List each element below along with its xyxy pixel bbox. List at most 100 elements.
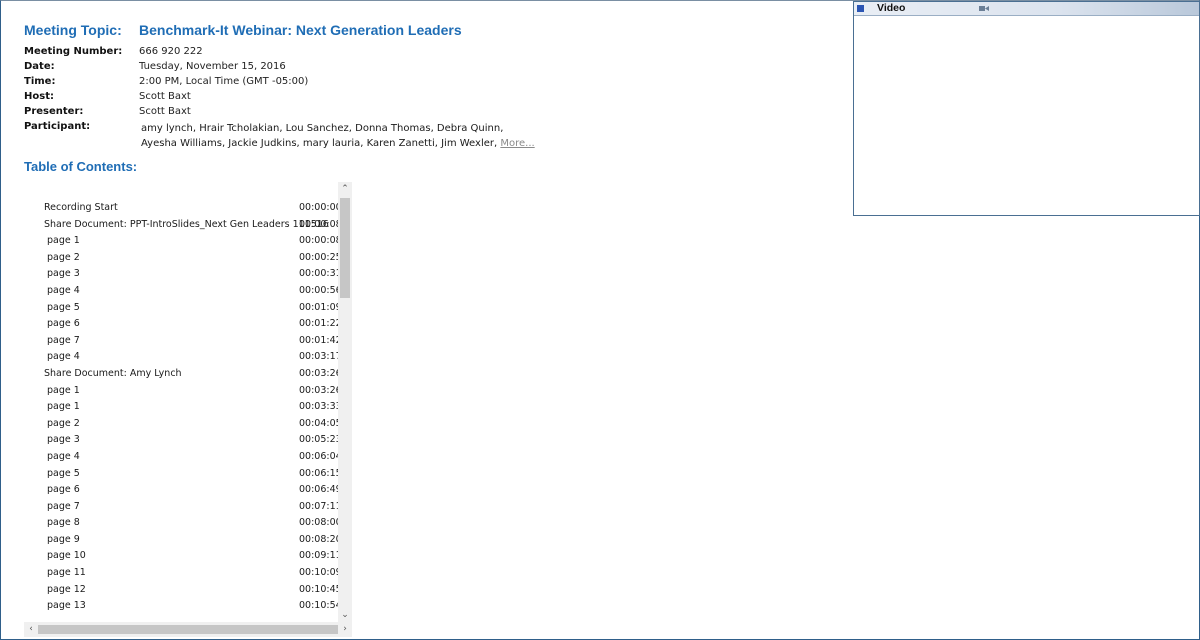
toc-item[interactable]: Recording Start 00:00:00: [24, 199, 342, 216]
toc-item-name: Share Document: PPT-IntroSlides_Next Gen…: [44, 218, 329, 230]
participant-label: Participant:: [24, 121, 91, 132]
toc-item[interactable]: page 4 00:00:56: [24, 282, 342, 299]
toc-item-name: page 1: [47, 235, 80, 247]
participants-line: amy lynch, Hrair Tcholakian, Lou Sanchez…: [141, 123, 504, 134]
toc-item-time: 00:03:26: [299, 367, 342, 379]
toc-item-name: page 8: [47, 517, 80, 529]
toc-item-time: 00:05:23: [299, 434, 342, 446]
toc-item[interactable]: page 2 00:04:05: [24, 415, 342, 432]
toc-item-time: 00:01:09: [299, 301, 342, 313]
field-value: 666 920 222: [139, 46, 203, 57]
toc-item[interactable]: page 7 00:01:42: [24, 332, 342, 349]
toc-item[interactable]: page 8 00:08:00: [24, 514, 342, 531]
field-label: Meeting Number:: [24, 46, 123, 57]
chevron-up-icon[interactable]: ⌃: [338, 182, 352, 196]
toc-item[interactable]: Share Document: PPT-IntroSlides_Next Gen…: [24, 216, 342, 233]
toc-item-time: 00:00:08: [299, 235, 342, 247]
toc-item-name: page 1: [47, 401, 80, 413]
toc-item-time: 00:01:42: [299, 334, 342, 346]
toc-item[interactable]: page 5 00:01:09: [24, 299, 342, 316]
video-camera-icon[interactable]: [979, 5, 989, 12]
toc-item-time: 00:00:08: [299, 218, 342, 230]
toc-item-time: 00:06:04: [299, 450, 342, 462]
more-participants-link[interactable]: More...: [500, 138, 534, 149]
scroll-thumb[interactable]: [340, 198, 350, 298]
toc-item-name: page 1: [47, 384, 80, 396]
participants-line-text: Ayesha Williams, Jackie Judkins, mary la…: [141, 138, 498, 149]
toc-item[interactable]: page 10 00:09:11: [24, 547, 342, 564]
toc-item[interactable]: page 4 00:06:04: [24, 448, 342, 465]
toc-item[interactable]: page 12 00:10:45: [24, 581, 342, 598]
field-label: Date:: [24, 61, 55, 72]
square-icon[interactable]: [857, 5, 864, 12]
toc-item[interactable]: page 4 00:03:17: [24, 348, 342, 365]
toc-item[interactable]: page 5 00:06:15: [24, 465, 342, 482]
toc-item[interactable]: page 1 00:03:33: [24, 398, 342, 415]
toc-item-name: page 3: [47, 268, 80, 280]
toc-item-time: 00:03:17: [299, 351, 342, 363]
toc-item-name: page 13: [47, 600, 86, 612]
toc-item-name: page 7: [47, 500, 80, 512]
toc-item[interactable]: page 6 00:06:49: [24, 481, 342, 498]
meeting-topic-value: Benchmark-It Webinar: Next Generation Le…: [139, 22, 462, 38]
toc-item-time: 00:03:33: [299, 401, 342, 413]
toc-item-name: page 6: [47, 318, 80, 330]
toc-item-name: page 12: [47, 583, 86, 595]
toc-item-time: 00:06:15: [299, 467, 342, 479]
vertical-scrollbar[interactable]: ⌃ ⌄: [338, 182, 352, 622]
chevron-down-icon[interactable]: ⌄: [338, 608, 352, 622]
toc-item-name: page 4: [47, 450, 80, 462]
field-value: Scott Baxt: [139, 106, 191, 117]
toc-item-name: Share Document: Amy Lynch: [44, 367, 182, 379]
video-panel: Video: [853, 1, 1200, 216]
toc-item[interactable]: page 9 00:08:20: [24, 531, 342, 548]
toc-item[interactable]: page 1 00:00:08: [24, 232, 342, 249]
toc-item-time: 00:09:11: [299, 550, 342, 562]
toc-panel: Recording Start 00:00:00 Share Document: P…: [24, 182, 352, 637]
toc-item-name: page 2: [47, 251, 80, 263]
toc-item[interactable]: page 2 00:00:25: [24, 249, 342, 266]
participants-line: Ayesha Williams, Jackie Judkins, mary la…: [141, 136, 535, 151]
toc-item-name: page 9: [47, 533, 80, 545]
participant-list: amy lynch, Hrair Tcholakian, Lou Sanchez…: [141, 121, 535, 151]
toc-item-name: page 5: [47, 467, 80, 479]
toc-item[interactable]: page 11 00:10:09: [24, 564, 342, 581]
toc-item-name: page 11: [47, 567, 86, 579]
toc-item-time: 00:03:26: [299, 384, 342, 396]
toc-item-name: page 6: [47, 484, 80, 496]
toc-item-name: page 4: [47, 284, 80, 296]
toc-item[interactable]: page 3 00:00:31: [24, 265, 342, 282]
toc-item-name: page 5: [47, 301, 80, 313]
toc-item-name: page 4: [47, 351, 80, 363]
toc-item-name: page 2: [47, 417, 80, 429]
toc-item-time: 00:00:00: [299, 202, 342, 213]
toc-item[interactable]: page 13 00:10:54: [24, 597, 342, 614]
toc-list: Recording Start 00:00:00 Share Document: P…: [24, 199, 342, 614]
toc-item-name: page 3: [47, 434, 80, 446]
field-value: 2:00 PM, Local Time (GMT -05:00): [139, 76, 309, 87]
chevron-left-icon[interactable]: ‹: [24, 622, 38, 637]
toc-item-time: 00:08:20: [299, 533, 342, 545]
field-label: Time:: [24, 76, 56, 87]
field-value: Scott Baxt: [139, 91, 191, 102]
toc-item-time: 00:00:25: [299, 251, 342, 263]
chevron-right-icon[interactable]: ›: [338, 622, 352, 637]
toc-item-time: 00:04:05: [299, 417, 342, 429]
toc-item-name: Recording Start: [44, 202, 118, 213]
toc-item[interactable]: page 7 00:07:11: [24, 498, 342, 515]
scroll-thumb[interactable]: [38, 625, 338, 634]
toc-item-time: 00:01:22: [299, 318, 342, 330]
toc-item-time: 00:00:31: [299, 268, 342, 280]
toc-item[interactable]: page 3 00:05:23: [24, 431, 342, 448]
horizontal-scrollbar[interactable]: ‹ ›: [24, 622, 352, 637]
toc-item[interactable]: Share Document: Amy Lynch 00:03:26: [24, 365, 342, 382]
toc-item-time: 00:06:49: [299, 484, 342, 496]
toc-item[interactable]: page 6 00:01:22: [24, 315, 342, 332]
toc-item[interactable]: page 1 00:03:26: [24, 382, 342, 399]
meeting-topic-label: Meeting Topic:: [24, 22, 122, 38]
toc-item-time: 00:07:11: [299, 500, 342, 512]
video-panel-title: Video: [877, 2, 906, 14]
toc-item-name: page 10: [47, 550, 86, 562]
toc-item-time: 00:10:54: [299, 600, 342, 612]
toc-item-time: 00:10:45: [299, 583, 342, 595]
